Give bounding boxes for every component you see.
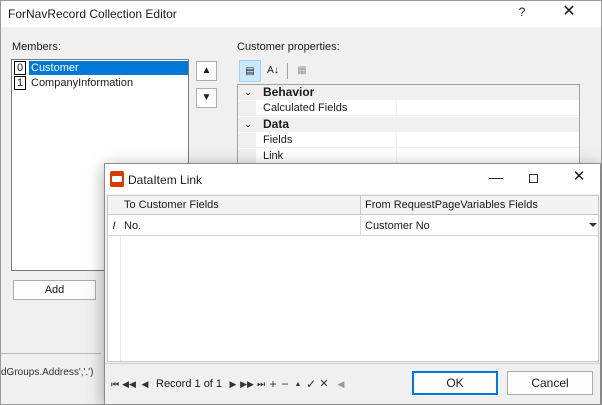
member-item-companyinformation[interactable]: 1 CompanyInformation [14, 76, 188, 90]
record-navigator: ⏮ ◀◀ ◀ Record 1 of 1 ▶ ▶▶ ⏭ + − ▲ ✓ ✕ ◀ [110, 376, 350, 393]
minimize-icon[interactable]: — [488, 170, 504, 186]
confirm-icon[interactable]: ✓ [306, 376, 316, 393]
to-field-cell[interactable]: No. [120, 216, 361, 236]
editor-titlebar: ForNavRecord Collection Editor ? ✕ [1, 1, 601, 27]
row-header-line [120, 236, 121, 361]
divider [1, 353, 101, 354]
remove-record-icon[interactable]: − [280, 376, 290, 393]
last-record-icon[interactable]: ⏭ [256, 376, 266, 393]
previous-record-icon[interactable]: ◀ [140, 376, 150, 393]
property-fields[interactable]: Fields [238, 133, 579, 148]
add-button[interactable]: Add [13, 280, 96, 300]
category-name: Behavior [263, 85, 315, 99]
member-index: 1 [14, 76, 26, 90]
category-data[interactable]: ⌄ Data [238, 117, 579, 132]
property-name: Link [263, 150, 284, 162]
categorized-icon: ▤ [245, 66, 255, 77]
record-position-text: Record 1 of 1 [156, 378, 223, 390]
code-snippet: dGroups.Address','.') [1, 367, 94, 378]
row-edit-indicator-icon: I [112, 220, 116, 232]
dialog-title: DataItem Link [128, 173, 203, 187]
next-page-icon[interactable]: ▶▶ [240, 376, 254, 393]
properties-toolbar: ▤ A↓ ▦ [237, 60, 317, 82]
dataitem-link-dialog: DataItem Link — ✕ To Customer Fields Fro… [104, 163, 601, 405]
property-name: Calculated Fields [263, 102, 348, 114]
from-field-cell[interactable]: Customer No [361, 216, 586, 236]
arrow-up-icon: ▲ [201, 65, 212, 76]
previous-page-icon[interactable]: ◀◀ [122, 376, 136, 393]
editor-title: ForNavRecord Collection Editor [8, 7, 177, 21]
move-down-button[interactable]: ▼ [196, 88, 217, 108]
grid-splitter [396, 133, 397, 148]
properties-label: Customer properties: [237, 41, 340, 53]
move-up-icon[interactable]: ▲ [293, 376, 303, 393]
grid-splitter [396, 149, 397, 164]
fornav-app-icon [110, 171, 124, 187]
member-item-customer[interactable]: 0 Customer [14, 61, 188, 75]
property-calculated-fields[interactable]: Calculated Fields [238, 101, 579, 116]
cancel-edit-icon[interactable]: ✕ [319, 376, 329, 393]
member-name: CompanyInformation [31, 77, 134, 89]
help-icon[interactable]: ? [514, 5, 530, 21]
maximize-icon[interactable] [529, 174, 538, 183]
close-icon[interactable]: ✕ [560, 3, 578, 21]
column-header-from-fields[interactable]: From RequestPageVariables Fields [361, 196, 598, 215]
next-record-icon[interactable]: ▶ [228, 376, 238, 393]
property-name: Fields [263, 134, 293, 146]
collapse-icon[interactable]: ⌄ [241, 85, 255, 100]
alphabetical-button[interactable]: A↓ [262, 60, 284, 82]
property-link[interactable]: Link [238, 149, 579, 164]
dialog-titlebar: DataItem Link — ✕ [105, 164, 600, 194]
cancel-button[interactable]: Cancel [507, 371, 593, 395]
categorized-button[interactable]: ▤ [239, 60, 261, 82]
scroll-left-icon[interactable]: ◀ [336, 376, 346, 393]
grid-gutter [238, 133, 256, 148]
property-pages-icon: ▦ [297, 65, 307, 76]
member-name: Customer [29, 61, 188, 75]
close-icon[interactable]: ✕ [571, 169, 587, 185]
members-label: Members: [12, 41, 61, 53]
move-up-button[interactable]: ▲ [196, 61, 217, 81]
grid-gutter [238, 101, 256, 116]
category-behavior[interactable]: ⌄ Behavior [238, 85, 579, 100]
grid-gutter [238, 149, 256, 164]
collapse-icon[interactable]: ⌄ [241, 117, 255, 132]
link-fields-grid[interactable]: To Customer Fields From RequestPageVaria… [107, 195, 599, 391]
first-record-icon[interactable]: ⏮ [110, 376, 120, 393]
ok-button[interactable]: OK [412, 371, 498, 395]
arrow-down-icon: ▼ [201, 92, 212, 103]
table-row[interactable]: I No. Customer No [108, 216, 598, 236]
footer-divider [105, 363, 600, 364]
grid-header: To Customer Fields From RequestPageVaria… [108, 196, 598, 215]
add-record-icon[interactable]: + [268, 376, 278, 393]
sort-alphabetical-icon: A↓ [267, 65, 279, 76]
chevron-down-icon[interactable] [589, 223, 597, 227]
column-header-to-fields[interactable]: To Customer Fields [120, 196, 361, 215]
grid-splitter [396, 101, 397, 116]
property-pages-button[interactable]: ▦ [291, 60, 313, 82]
member-index: 0 [14, 61, 26, 75]
category-name: Data [263, 117, 290, 131]
toolbar-separator [287, 63, 288, 79]
